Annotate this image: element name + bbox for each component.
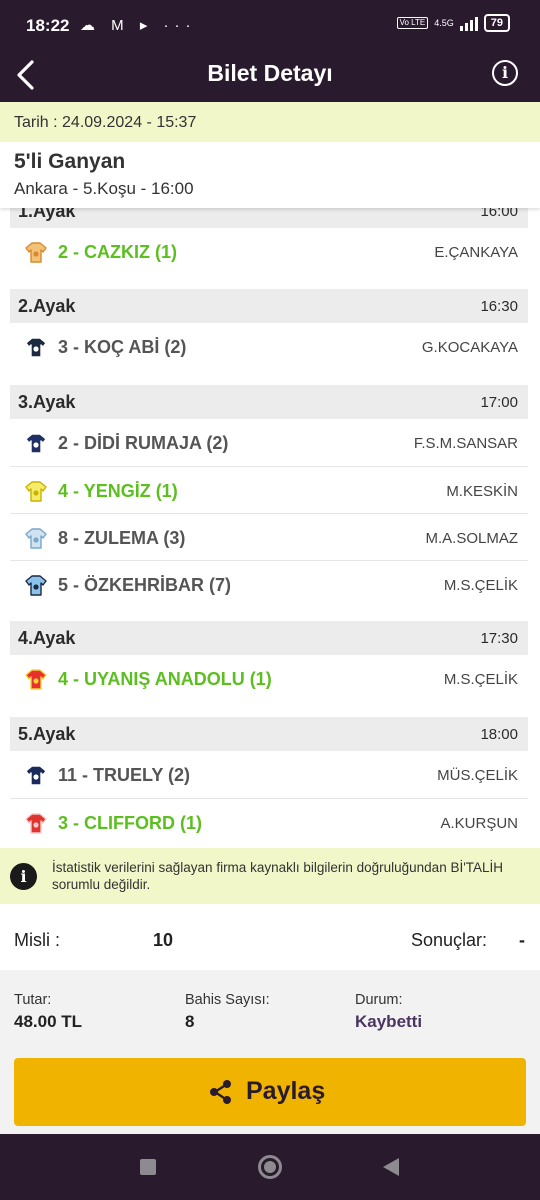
runner-row: 5 - ÖZKEHRİBAR (7) M.S.ÇELİK — [10, 560, 528, 607]
jockey-name: A.KURŞUN — [440, 815, 518, 832]
misli-label: Misli : — [14, 930, 60, 950]
jockey-silk-icon — [24, 667, 48, 691]
results-label: Sonuçlar: — [411, 930, 488, 950]
amount-value: 48.00 TL — [14, 1012, 83, 1031]
info-icon[interactable]: i — [492, 60, 518, 86]
horse-name: 5 - ÖZKEHRİBAR (7) — [58, 575, 232, 595]
status-block: Durum: Kaybetti — [355, 992, 422, 1032]
bet-count-label: Bahis Sayısı: — [185, 992, 270, 1008]
legs-list[interactable]: 1.Ayak 16:00 2 - CAZKIZ (1) E.ÇANKAYA 2.… — [0, 208, 540, 848]
app-bar: Bilet Detayı i — [0, 50, 540, 102]
share-label: Paylaş — [246, 1077, 326, 1105]
system-nav-bar — [0, 1134, 540, 1200]
volte-icon: Vo LTE — [396, 17, 429, 29]
battery-icon: 79 — [483, 14, 510, 32]
leg-label: 3.Ayak — [18, 392, 76, 412]
runner-row: 4 - YENGİZ (1) M.KESKİN — [10, 466, 528, 513]
runner-row: 3 - CLIFFORD (1) A.KURŞUN — [10, 798, 528, 845]
status-time: 18:22 — [26, 16, 70, 35]
leg-label: 1.Ayak — [18, 208, 76, 221]
jockey-name: F.S.M.SANSAR — [413, 435, 518, 452]
ticket-date: Tarih : 24.09.2024 - 15:37 — [0, 102, 540, 142]
horse-name: 3 - CLIFFORD (1) — [58, 813, 202, 833]
notification-icons: ☁ M ▸ ··· — [80, 17, 197, 34]
runner-row: 3 - KOÇ ABİ (2) G.KOCAKAYA — [10, 323, 528, 370]
leg-header: 1.Ayak 16:00 — [10, 208, 528, 228]
jockey-silk-icon — [24, 479, 48, 503]
misli-value: 10 — [153, 930, 174, 950]
bet-count-block: Bahis Sayısı: 8 — [185, 992, 270, 1032]
results-value: - — [519, 930, 525, 950]
leg-header: 5.Ayak 18:00 — [10, 717, 528, 751]
back-nav-icon[interactable] — [383, 1158, 399, 1176]
leg-1: 1.Ayak 16:00 2 - CAZKIZ (1) E.ÇANKAYA — [10, 208, 528, 275]
status-label: Durum: — [355, 992, 403, 1008]
jockey-silk-icon — [24, 240, 48, 264]
runner-row: 2 - CAZKIZ (1) E.ÇANKAYA — [10, 228, 528, 275]
bet-type: 5'li Ganyan — [14, 150, 126, 173]
leg-time: 16:00 — [480, 208, 518, 220]
page-title: Bilet Detayı — [207, 60, 333, 86]
leg-2: 2.Ayak 16:30 3 - KOÇ ABİ (2) G.KOCAKAYA — [10, 289, 528, 370]
amount-label: Tutar: — [14, 992, 52, 1008]
jockey-name: M.S.ÇELİK — [443, 671, 518, 688]
jockey-name: M.S.ÇELİK — [443, 577, 518, 594]
status-right: Vo LTE 4.5G 79 — [396, 14, 510, 32]
home-icon[interactable] — [258, 1155, 282, 1179]
runner-row: 11 - TRUELY (2) MÜS.ÇELİK — [10, 751, 528, 798]
jockey-silk-icon — [24, 763, 48, 787]
horse-name: 2 - DİDİ RUMAJA (2) — [58, 433, 229, 453]
status-value: Kaybetti — [355, 1012, 423, 1031]
jockey-name: E.ÇANKAYA — [434, 244, 518, 261]
runner-row: 4 - UYANIŞ ANADOLU (1) M.S.ÇELİK — [10, 655, 528, 702]
bet-count-value: 8 — [185, 1012, 195, 1031]
network-type: 4.5G — [434, 18, 454, 28]
horse-name: 2 - CAZKIZ (1) — [58, 242, 177, 262]
amount-block: Tutar: 48.00 TL — [14, 992, 82, 1032]
jockey-name: M.KESKİN — [446, 483, 518, 500]
leg-label: 2.Ayak — [18, 296, 76, 316]
jockey-silk-icon — [24, 335, 48, 359]
leg-time: 17:30 — [480, 630, 518, 647]
leg-header: 4.Ayak 17:30 — [10, 621, 528, 655]
leg-4: 4.Ayak 17:30 4 - UYANIŞ ANADOLU (1) M.S.… — [10, 621, 528, 702]
runner-row: 8 - ZULEMA (3) M.A.SOLMAZ — [10, 513, 528, 560]
bet-info: 5'li Ganyan Ankara - 5.Koşu - 16:00 — [0, 142, 540, 208]
misli-row: Misli : 10 Sonuçlar: - — [0, 904, 540, 970]
share-icon — [210, 1080, 231, 1104]
jockey-name: MÜS.ÇELİK — [437, 767, 518, 784]
disclaimer-text: İstatistik verilerini sağlayan firma kay… — [52, 860, 504, 892]
race-info: Ankara - 5.Koşu - 16:00 — [14, 179, 194, 198]
leg-header: 2.Ayak 16:30 — [10, 289, 528, 323]
leg-time: 16:30 — [480, 298, 518, 315]
jockey-name: M.A.SOLMAZ — [425, 530, 518, 547]
leg-label: 4.Ayak — [18, 628, 76, 648]
share-button[interactable]: Paylaş — [14, 1058, 526, 1126]
leg-5: 5.Ayak 18:00 11 - TRUELY (2) MÜS.ÇELİK 3… — [10, 717, 528, 845]
jockey-silk-icon — [24, 811, 48, 835]
leg-time: 18:00 — [480, 726, 518, 743]
runner-row: 2 - DİDİ RUMAJA (2) F.S.M.SANSAR — [10, 419, 528, 466]
horse-name: 4 - YENGİZ (1) — [58, 481, 178, 501]
info-icon: i — [10, 863, 37, 890]
leg-time: 17:00 — [480, 394, 518, 411]
leg-label: 5.Ayak — [18, 724, 76, 744]
jockey-name: G.KOCAKAYA — [421, 339, 518, 356]
recents-icon[interactable] — [140, 1159, 156, 1175]
jockey-silk-icon — [24, 526, 48, 550]
jockey-silk-icon — [24, 431, 48, 455]
horse-name: 8 - ZULEMA (3) — [58, 528, 186, 548]
horse-name: 11 - TRUELY (2) — [58, 765, 191, 785]
jockey-silk-icon — [24, 573, 48, 597]
horse-name: 4 - UYANIŞ ANADOLU (1) — [58, 669, 272, 689]
leg-header: 3.Ayak 17:00 — [10, 385, 528, 419]
ticket-summary: Tutar: 48.00 TL Bahis Sayısı: 8 Durum: K… — [0, 970, 540, 1134]
horse-name: 3 - KOÇ ABİ (2) — [58, 337, 187, 357]
leg-3: 3.Ayak 17:00 2 - DİDİ RUMAJA (2) F.S.M.S… — [10, 385, 528, 607]
disclaimer-notice: i İstatistik verilerini sağlayan firma k… — [0, 848, 540, 904]
signal-icon — [459, 15, 478, 31]
status-bar: 18:22 ☁ M ▸ ··· Vo LTE 4.5G 79 — [0, 0, 540, 50]
